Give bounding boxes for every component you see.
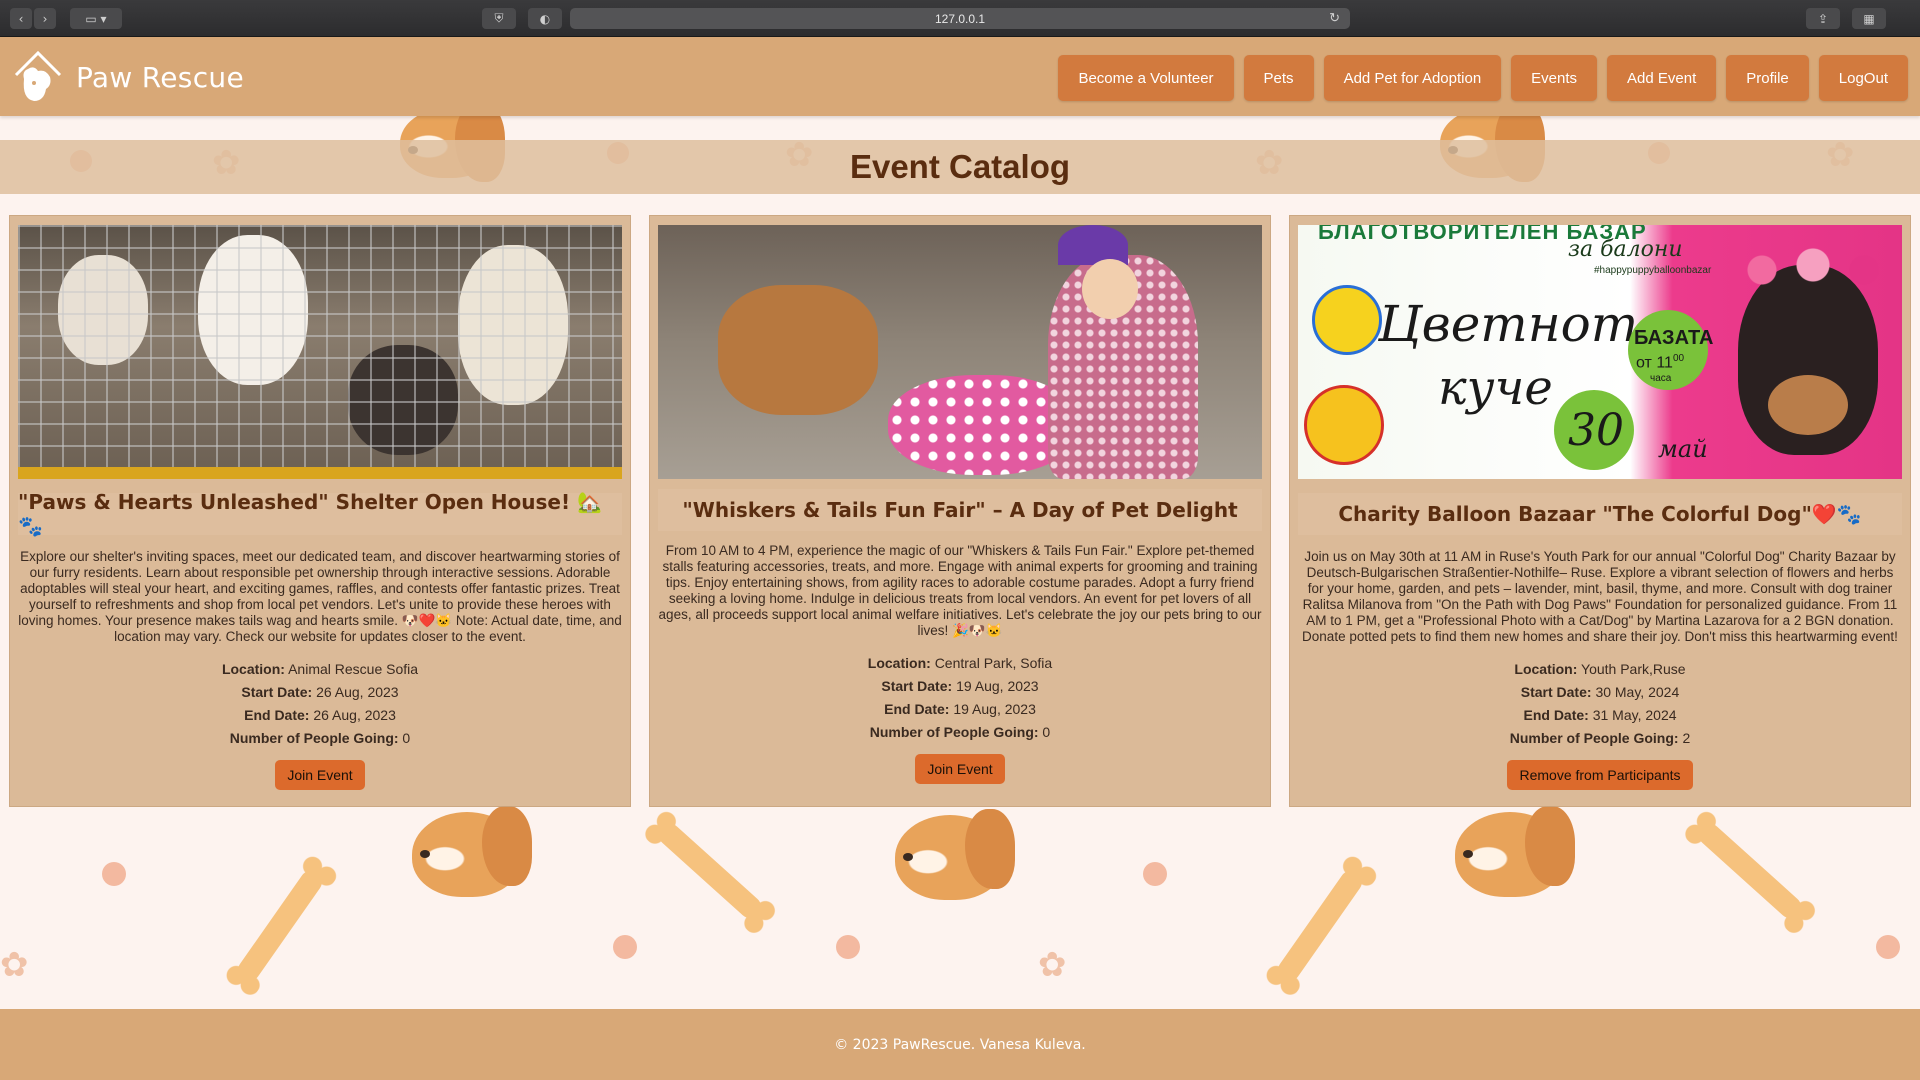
- event-end-date: 19 Aug, 2023: [953, 701, 1036, 717]
- poster-day: 30: [1568, 405, 1624, 456]
- event-poster-colorful-dog: БЛАГОТВОРИТЕЛЕН БАЗАР за балони #happypu…: [1298, 225, 1902, 479]
- event-details: Location: Animal Rescue Sofia Start Date…: [222, 658, 418, 750]
- location-label: Location:: [867, 655, 931, 671]
- footer: © 2023 PawRescue. Vanesa Kuleva.: [0, 1009, 1920, 1080]
- poster-main-text-1: Цветното: [1378, 295, 1669, 353]
- nav-add-pet-button[interactable]: Add Pet for Adoption: [1323, 55, 1502, 101]
- event-details: Location: Youth Park,Ruse Start Date: 30…: [1510, 658, 1690, 750]
- dog-head-icon: [412, 806, 532, 897]
- event-card: "Paws & Hearts Unleashed" Shelter Open H…: [9, 215, 631, 807]
- join-event-button[interactable]: Join Event: [915, 754, 1005, 784]
- nav-profile-button[interactable]: Profile: [1726, 55, 1809, 101]
- flower-icon: ✿: [0, 945, 29, 985]
- nav-links: Become a Volunteer Pets Add Pet for Adop…: [1058, 55, 1908, 101]
- end-date-label: End Date:: [1523, 707, 1589, 723]
- event-description: Join us on May 30th at 11 AM in Ruse's Y…: [1302, 549, 1898, 644]
- event-title: "Whiskers & Tails Fun Fair" – A Day of P…: [682, 498, 1238, 522]
- event-end-date: 26 Aug, 2023: [313, 707, 396, 723]
- event-going-count: 0: [402, 730, 411, 746]
- location-label: Location:: [1514, 661, 1578, 677]
- event-image-fun-fair: [658, 225, 1262, 479]
- poster-hashtag: #happypuppyballoonbazar: [1594, 265, 1712, 276]
- dot-decoration: [613, 935, 637, 959]
- nav-add-event-button[interactable]: Add Event: [1607, 55, 1717, 101]
- navbar: Paw Rescue Become a Volunteer Pets Add P…: [0, 37, 1920, 116]
- event-going-count: 0: [1042, 724, 1051, 740]
- poster-sub-text: за балони: [1568, 237, 1683, 262]
- start-date-label: Start Date:: [1520, 684, 1592, 700]
- contrast-icon[interactable]: ◐: [528, 8, 562, 29]
- dog-head-icon: [895, 809, 1015, 900]
- event-location: Youth Park,Ruse: [1581, 661, 1686, 677]
- tabs-overview-icon[interactable]: ▦: [1852, 8, 1886, 29]
- url-text: 127.0.0.1: [934, 11, 986, 26]
- join-event-button[interactable]: Join Event: [275, 760, 365, 790]
- poster-time-sup: 00: [1672, 353, 1685, 364]
- poster-main-text-2: куче: [1438, 360, 1553, 416]
- event-location: Animal Rescue Sofia: [288, 661, 419, 677]
- event-end-date: 31 May, 2024: [1592, 707, 1677, 723]
- catalog-header: Event Catalog: [0, 140, 1920, 194]
- event-title-bar: "Paws & Hearts Unleashed" Shelter Open H…: [18, 490, 622, 538]
- footer-copyright: © 2023 PawRescue. Vanesa Kuleva.: [834, 1036, 1086, 1053]
- event-description: From 10 AM to 4 PM, experience the magic…: [658, 543, 1262, 638]
- dot-decoration: [836, 935, 860, 959]
- event-start-date: 26 Aug, 2023: [316, 684, 399, 700]
- reload-icon[interactable]: ↻: [1329, 10, 1340, 26]
- nav-logout-button[interactable]: LogOut: [1818, 55, 1908, 101]
- bone-icon: [1273, 866, 1367, 986]
- nav-become-volunteer-button[interactable]: Become a Volunteer: [1058, 55, 1234, 101]
- sidebar-toggle-icon[interactable]: ▭ ▾: [70, 8, 122, 29]
- brand[interactable]: Paw Rescue: [12, 49, 244, 105]
- dot-decoration: [1876, 935, 1900, 959]
- bone-icon: [654, 819, 766, 923]
- bone-icon: [233, 866, 327, 986]
- event-title: "Paws & Hearts Unleashed" Shelter Open H…: [18, 490, 602, 538]
- flower-icon: ✿: [1038, 945, 1067, 985]
- brand-name: Paw Rescue: [76, 60, 244, 94]
- share-icon[interactable]: ⇪: [1806, 8, 1840, 29]
- event-location: Central Park, Sofia: [934, 655, 1053, 671]
- forward-button[interactable]: ›: [34, 8, 56, 29]
- remove-from-participants-button[interactable]: Remove from Participants: [1507, 760, 1693, 790]
- going-label: Number of People Going:: [1509, 730, 1679, 746]
- browser-toolbar: ‹ › ▭ ▾ ⛨ ◐ 127.0.0.1 ↻ ⇪ ▦: [0, 0, 1920, 37]
- event-card: БЛАГОТВОРИТЕЛЕН БАЗАР за балони #happypu…: [1289, 215, 1911, 807]
- event-title: Charity Balloon Bazaar "The Colorful Dog…: [1338, 502, 1862, 526]
- event-start-date: 30 May, 2024: [1595, 684, 1680, 700]
- event-start-date: 19 Aug, 2023: [956, 678, 1039, 694]
- back-button[interactable]: ‹: [10, 8, 32, 29]
- event-title-bar: Charity Balloon Bazaar "The Colorful Dog…: [1298, 493, 1902, 535]
- location-label: Location:: [221, 661, 285, 677]
- event-title-bar: "Whiskers & Tails Fun Fair" – A Day of P…: [658, 489, 1262, 531]
- event-going-count: 2: [1682, 730, 1691, 746]
- event-card: "Whiskers & Tails Fun Fair" – A Day of P…: [649, 215, 1271, 807]
- dog-head-icon: [1455, 806, 1575, 897]
- event-description: Explore our shelter's inviting spaces, m…: [18, 549, 622, 644]
- paw-rescue-logo-icon: [14, 50, 62, 101]
- start-date-label: Start Date:: [241, 684, 313, 700]
- poster-time: 11: [1656, 354, 1673, 372]
- going-label: Number of People Going:: [869, 724, 1039, 740]
- shield-icon[interactable]: ⛨: [482, 8, 516, 29]
- dot-decoration: [1143, 862, 1167, 886]
- event-details: Location: Central Park, Sofia Start Date…: [868, 652, 1052, 744]
- poster-bazaar-text: БАЗАТА: [1634, 327, 1714, 349]
- page-title: Event Catalog: [849, 148, 1071, 185]
- start-date-label: Start Date:: [881, 678, 953, 694]
- poster-time-prefix: от: [1636, 354, 1652, 372]
- going-label: Number of People Going:: [229, 730, 399, 746]
- dot-decoration: [102, 862, 126, 886]
- nav-pets-button[interactable]: Pets: [1243, 55, 1314, 101]
- poster-month: май: [1658, 435, 1708, 463]
- event-image-shelter-dogs: [18, 225, 622, 479]
- end-date-label: End Date:: [244, 707, 310, 723]
- poster-time-unit: часа: [1650, 373, 1672, 384]
- event-list: "Paws & Hearts Unleashed" Shelter Open H…: [9, 215, 1911, 807]
- end-date-label: End Date:: [884, 701, 950, 717]
- bone-icon: [1694, 819, 1806, 923]
- nav-events-button[interactable]: Events: [1511, 55, 1598, 101]
- address-bar[interactable]: 127.0.0.1 ↻: [570, 8, 1350, 29]
